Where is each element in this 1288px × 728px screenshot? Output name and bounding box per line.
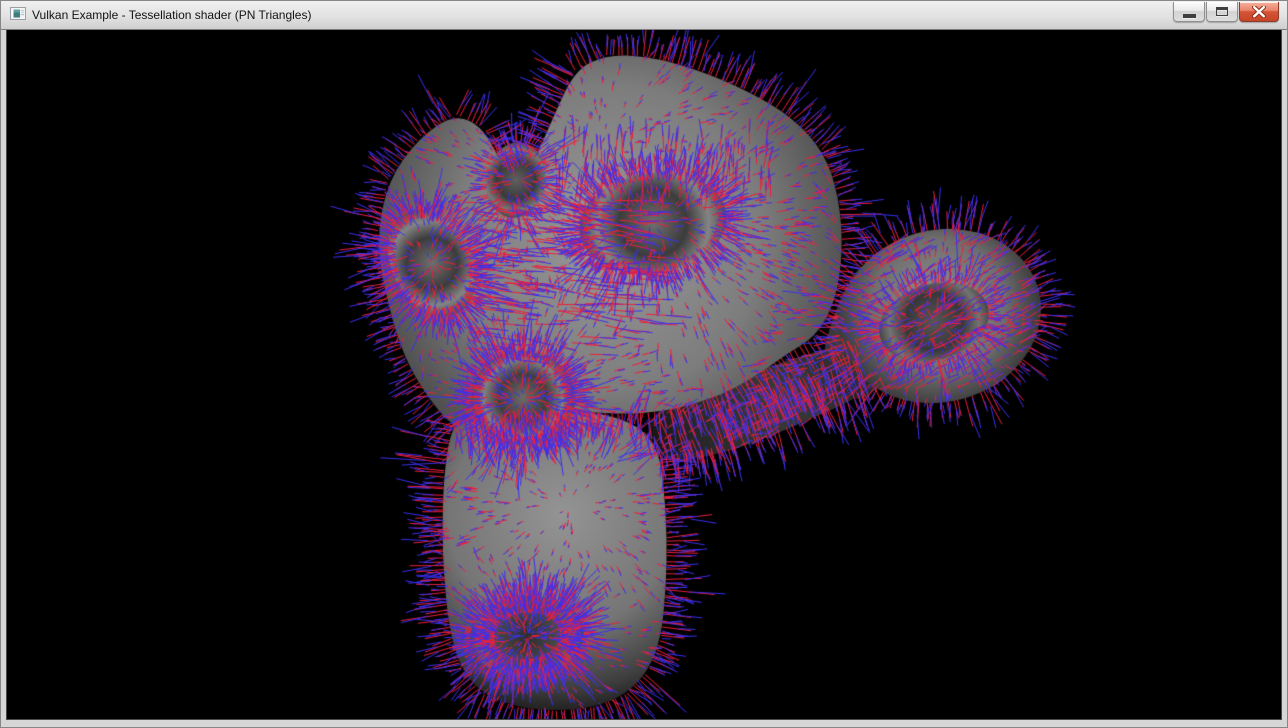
render-viewport[interactable]	[7, 30, 1281, 719]
maximize-button[interactable]	[1206, 2, 1238, 22]
window-controls	[1173, 2, 1279, 22]
title-bar[interactable]: Vulkan Example - Tessellation shader (PN…	[1, 1, 1287, 30]
minimize-icon	[1183, 14, 1196, 18]
close-icon	[1252, 6, 1266, 18]
minimize-button[interactable]	[1173, 2, 1205, 22]
app-window: Vulkan Example - Tessellation shader (PN…	[0, 0, 1288, 728]
window-title: Vulkan Example - Tessellation shader (PN…	[32, 1, 311, 29]
close-button[interactable]	[1239, 2, 1279, 22]
client-area	[6, 30, 1282, 720]
app-icon[interactable]	[10, 6, 26, 22]
maximize-icon	[1216, 7, 1228, 16]
application-icon	[10, 6, 26, 22]
